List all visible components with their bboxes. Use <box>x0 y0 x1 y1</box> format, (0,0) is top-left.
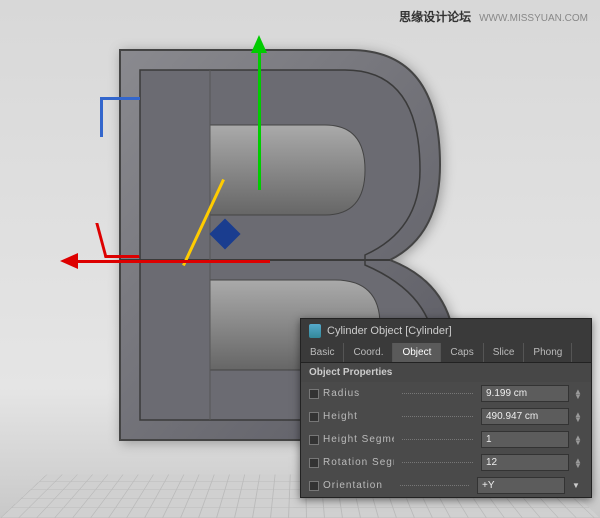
x-axis[interactable] <box>70 260 270 263</box>
red-angle-handle[interactable] <box>95 223 139 258</box>
tab-phong[interactable]: Phong <box>524 343 572 362</box>
prop-radius: Radius 9.199 cm ▲▼ <box>301 382 591 405</box>
section-header: Object Properties <box>301 363 591 382</box>
z-axis[interactable] <box>182 179 225 266</box>
hseg-checkbox[interactable] <box>309 435 319 445</box>
panel-title-text: Cylinder Object [Cylinder] <box>327 325 452 337</box>
radius-input[interactable]: 9.199 cm <box>481 385 569 402</box>
spinner-icon[interactable]: ▲▼ <box>573 458 583 468</box>
chevron-down-icon[interactable]: ▼ <box>569 481 583 490</box>
tab-basic[interactable]: Basic <box>301 343 344 362</box>
prop-height: Height 490.947 cm ▲▼ <box>301 405 591 428</box>
panel-tabs: Basic Coord. Object Caps Slice Phong <box>301 343 591 363</box>
spinner-icon[interactable]: ▲▼ <box>573 389 583 399</box>
y-axis[interactable] <box>258 45 261 190</box>
gizmo-center-cube[interactable] <box>209 218 240 249</box>
prop-height-segments: Height Segments 1 ▲▼ <box>301 428 591 451</box>
prop-orientation: Orientation +Y ▼ <box>301 474 591 497</box>
height-checkbox[interactable] <box>309 412 319 422</box>
panel-title-bar: Cylinder Object [Cylinder] <box>301 319 591 343</box>
tab-slice[interactable]: Slice <box>484 343 525 362</box>
orient-checkbox[interactable] <box>309 481 319 491</box>
rseg-input[interactable]: 12 <box>481 454 569 471</box>
tab-object[interactable]: Object <box>393 343 441 362</box>
hseg-input[interactable]: 1 <box>481 431 569 448</box>
tab-coord[interactable]: Coord. <box>344 343 393 362</box>
prop-rotation-segments: Rotation Segments 12 ▲▼ <box>301 451 591 474</box>
properties-panel: Cylinder Object [Cylinder] Basic Coord. … <box>300 318 592 498</box>
watermark: 思缘设计论坛WWW.MISSYUAN.COM <box>399 8 588 25</box>
radius-checkbox[interactable] <box>309 389 319 399</box>
spinner-icon[interactable]: ▲▼ <box>573 412 583 422</box>
cylinder-icon <box>309 324 321 338</box>
rseg-checkbox[interactable] <box>309 458 319 468</box>
orient-select[interactable]: +Y <box>477 477 565 494</box>
blue-angle-handle[interactable] <box>100 97 140 137</box>
tab-caps[interactable]: Caps <box>441 343 483 362</box>
transform-gizmo[interactable] <box>70 75 350 335</box>
height-input[interactable]: 490.947 cm <box>481 408 569 425</box>
3d-viewport[interactable]: 思缘设计论坛WWW.MISSYUAN.COM Cylinder Object [… <box>0 0 600 518</box>
spinner-icon[interactable]: ▲▼ <box>573 435 583 445</box>
